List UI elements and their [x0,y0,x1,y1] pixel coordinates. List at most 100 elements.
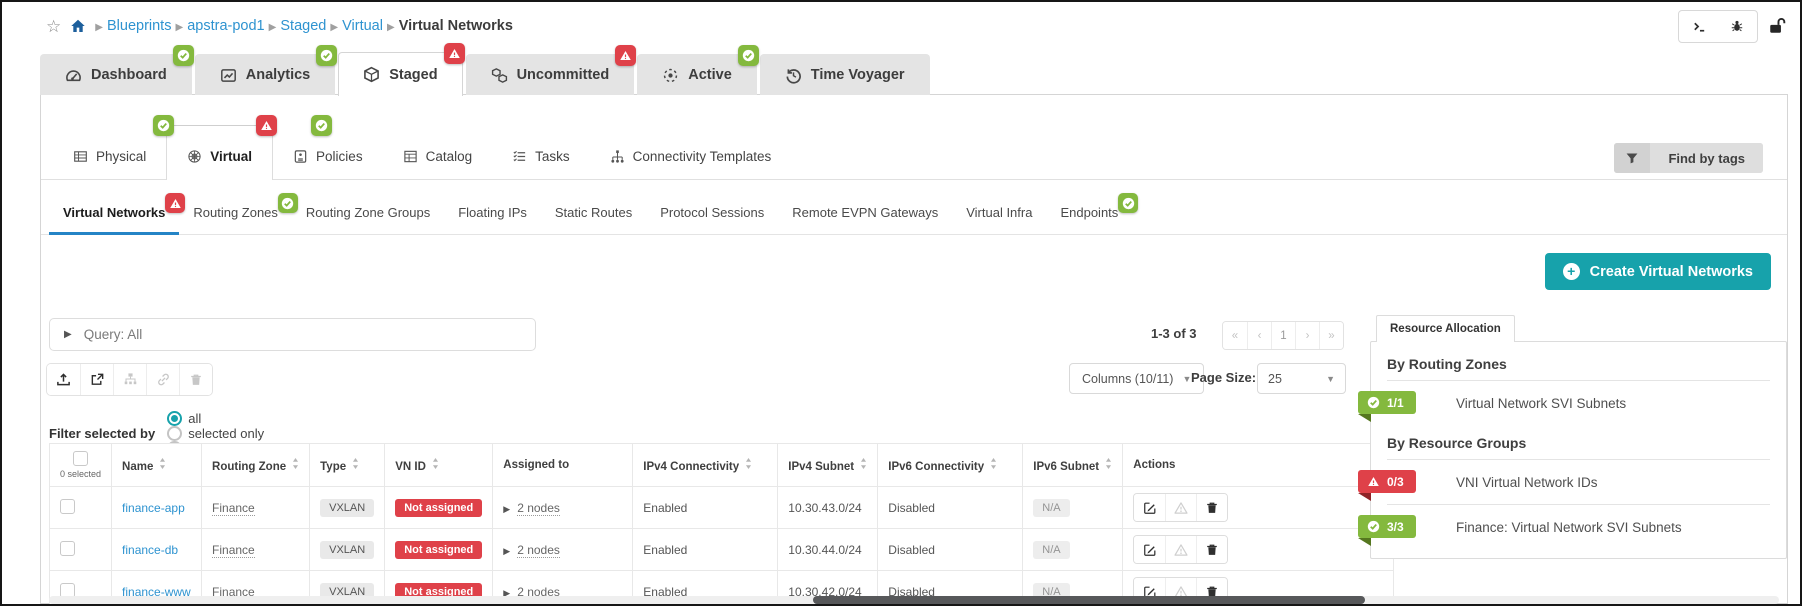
select-all-header: 0 selected [50,444,112,487]
column-label: VN ID [395,461,426,473]
sectiontab-virtual-networks[interactable]: Virtual Networks [49,205,179,234]
columns-dropdown[interactable]: Columns (10/11) ▼ [1069,363,1204,394]
ipv4-subnet-value: 10.30.44.0/24 [788,543,861,557]
tab-active[interactable]: Active [637,54,757,95]
breadcrumb-link[interactable]: Blueprints [107,18,171,34]
sectiontab-protocol-sessions[interactable]: Protocol Sessions [646,205,778,234]
pagination-first-button[interactable]: « [1223,322,1247,349]
sectiontab-static-routes[interactable]: Static Routes [541,205,646,234]
plus-icon: + [1563,263,1580,280]
delete-row-button[interactable] [1196,494,1227,521]
routing-zone-link[interactable]: Finance [212,543,255,558]
tab-time-voyager[interactable]: Time Voyager [760,54,930,95]
column-header-routing-zone[interactable]: Routing Zone [202,444,310,487]
subtab-catalog[interactable]: Catalog [383,132,493,180]
subtab-label: Policies [316,149,363,164]
horizontal-scrollbar-track[interactable] [49,596,1779,604]
error-warning-badge [615,45,636,66]
query-builder-bar[interactable]: ▶ Query: All [49,318,536,351]
tab-uncommitted[interactable]: Uncommitted [466,54,635,95]
vn-name-link[interactable]: finance-db [122,543,178,557]
sectiontab-routing-zone-groups[interactable]: Routing Zone Groups [292,205,444,234]
api-console-button[interactable] [1681,13,1718,40]
ribbon-count: 1/1 [1387,396,1404,410]
pagination-next-button[interactable]: › [1295,322,1319,349]
tab-dashboard[interactable]: Dashboard [40,54,192,95]
select-all-checkbox[interactable] [73,451,88,466]
pagination-page-1-button[interactable]: 1 [1271,322,1295,349]
pagination-last-button[interactable]: » [1319,322,1343,349]
resource-item-vni-virtual-network-ids[interactable]: 0/3 VNI Virtual Network IDs [1371,460,1786,504]
delete-row-button[interactable] [1196,536,1227,563]
import-button[interactable] [47,364,80,395]
column-label: Type [320,461,346,473]
edit-row-button[interactable] [1134,536,1165,563]
subtab-policies[interactable]: Policies [273,132,383,180]
assigned-nodes-link[interactable]: 2 nodes [517,501,560,516]
find-by-tags-button[interactable]: Find by tags [1614,143,1763,173]
column-header-name[interactable]: Name [112,444,202,487]
sectiontab-floating-ips[interactable]: Floating IPs [444,205,541,234]
success-check-badge [1118,193,1138,213]
resource-item-finance-virtual-network-svi-subnets[interactable]: 3/3 Finance: Virtual Network SVI Subnets [1371,505,1786,549]
row-checkbox[interactable] [60,541,75,556]
column-header-ipv6-connectivity[interactable]: IPv6 Connectivity [878,444,1023,487]
filter-option-selected-only[interactable]: selected only [167,426,278,441]
column-header-ipv6-subnet[interactable]: IPv6 Subnet [1023,444,1123,487]
anomalies-row-button[interactable] [1165,494,1196,521]
error-count-ribbon: 0/3 [1358,470,1416,493]
radio-icon[interactable] [167,411,182,426]
sectiontab-label: Virtual Infra [966,205,1032,220]
unlock-icon[interactable] [1768,17,1786,35]
breadcrumb-link[interactable]: Virtual [342,18,383,34]
column-header-ipv4-connectivity[interactable]: IPv4 Connectivity [633,444,778,487]
assigned-nodes-link[interactable]: 2 nodes [517,543,560,558]
breadcrumb-link[interactable]: Staged [280,18,326,34]
page-size-select[interactable]: 25 ▼ [1257,363,1346,394]
home-icon[interactable] [70,18,86,34]
tasks-icon [512,149,527,164]
resource-allocation-tab[interactable]: Resource Allocation [1376,315,1515,342]
page-size-value: 25 [1268,372,1282,386]
routing-zone-link[interactable]: Finance [212,501,255,516]
subtab-virtual[interactable]: Virtual [166,132,273,180]
sectiontab-label: Protocol Sessions [660,205,764,220]
row-checkbox[interactable] [60,499,75,514]
debug-button[interactable] [1718,13,1755,40]
tab-staged[interactable]: Staged [338,52,462,96]
assign-to-nodes-icon [123,372,138,387]
filter-option-label: selected only [188,426,264,441]
expand-caret-icon[interactable]: ▶ [503,504,510,514]
filter-option-label: all [188,411,201,426]
subtab-physical[interactable]: Physical [53,132,166,180]
favorite-star-icon[interactable]: ☆ [46,18,61,35]
subtab-connectivity-templates[interactable]: Connectivity Templates [590,132,792,180]
create-virtual-networks-button[interactable]: + Create Virtual Networks [1545,253,1771,290]
export-button[interactable] [80,364,113,395]
assign-to-nodes-button[interactable] [113,364,146,395]
sort-icon [159,458,166,469]
column-label: Assigned to [503,459,569,471]
column-header-vn-id[interactable]: VN ID [385,444,493,487]
sectiontab-remote-evpn-gateways[interactable]: Remote EVPN Gateways [778,205,952,234]
expand-caret-icon[interactable]: ▶ [503,546,510,556]
tab-analytics[interactable]: Analytics [195,54,335,95]
sectiontab-label: Floating IPs [458,205,527,220]
column-header-type[interactable]: Type [310,444,385,487]
subtab-tasks[interactable]: Tasks [492,132,590,180]
anomalies-row-button[interactable] [1165,536,1196,563]
filter-option-all[interactable]: all [167,411,278,426]
sectiontab-routing-zones[interactable]: Routing Zones [179,205,292,234]
edit-row-button[interactable] [1134,494,1165,521]
sectiontab-virtual-infra[interactable]: Virtual Infra [952,205,1046,234]
sectiontab-endpoints[interactable]: Endpoints [1046,205,1132,234]
link-button[interactable] [146,364,179,395]
delete-button[interactable] [179,364,212,395]
column-header-ipv4-subnet[interactable]: IPv4 Subnet [778,444,878,487]
radio-icon[interactable] [167,426,182,441]
breadcrumb-link[interactable]: apstra-pod1 [187,18,264,34]
pagination-prev-button[interactable]: ‹ [1247,322,1271,349]
horizontal-scrollbar-thumb[interactable] [813,596,1365,604]
resource-item-virtual-network-svi-subnets[interactable]: 1/1 Virtual Network SVI Subnets [1371,381,1786,425]
vn-name-link[interactable]: finance-app [122,501,185,515]
